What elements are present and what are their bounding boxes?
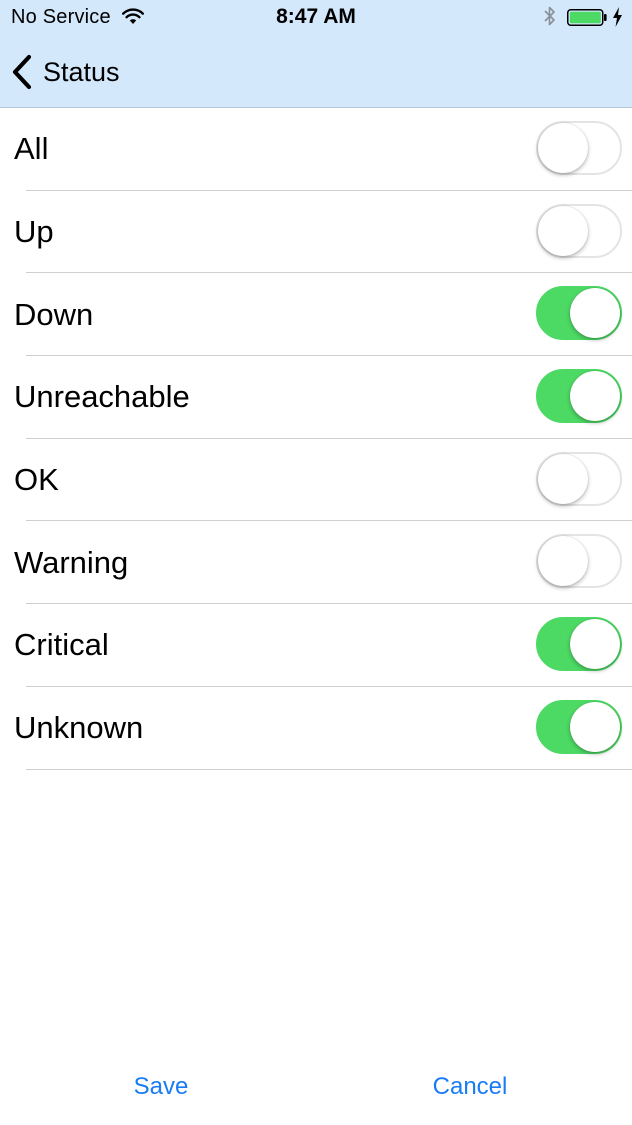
toggle-knob — [538, 453, 588, 504]
list-item-all: All — [0, 108, 632, 191]
toggle-knob — [538, 205, 588, 256]
toggle-knob — [538, 123, 588, 173]
toggle-knob — [570, 701, 620, 752]
status-bar: No Service 8:47 AM — [0, 0, 632, 36]
nav-bar: Status — [0, 36, 632, 108]
toggle-knob — [570, 619, 620, 670]
bluetooth-icon — [544, 6, 555, 26]
toggle-switch[interactable] — [536, 534, 622, 589]
cancel-button[interactable]: Cancel — [400, 1060, 540, 1114]
toggle-switch[interactable] — [536, 617, 622, 672]
list-item-unknown: Unknown — [0, 687, 632, 770]
battery-icon — [567, 9, 607, 26]
list-item-up: Up — [0, 191, 632, 274]
row-label: Down — [14, 296, 94, 332]
list-item-ok: OK — [0, 439, 632, 522]
status-filter-list: All Up Down Unreachable OK Warning Criti… — [0, 108, 632, 770]
row-label: Unreachable — [14, 379, 190, 415]
toggle-switch[interactable] — [536, 286, 622, 341]
footer-toolbar: Save Cancel — [0, 1060, 632, 1114]
header: No Service 8:47 AM Status — [0, 0, 632, 108]
clock: 8:47 AM — [276, 5, 356, 28]
list-item-critical: Critical — [0, 604, 632, 687]
back-label: Status — [43, 56, 120, 87]
toggle-knob — [570, 288, 620, 339]
list-item-unreachable: Unreachable — [0, 356, 632, 439]
back-button[interactable]: Status — [10, 50, 120, 94]
chevron-left-icon — [12, 54, 32, 90]
list-item-warning: Warning — [0, 521, 632, 604]
charging-bolt-icon — [613, 7, 622, 27]
save-button[interactable]: Save — [100, 1060, 222, 1114]
toggle-switch[interactable] — [536, 121, 622, 175]
row-label: Critical — [14, 627, 109, 663]
toggle-switch[interactable] — [536, 369, 622, 424]
row-label: Unknown — [14, 710, 144, 746]
toggle-switch[interactable] — [536, 451, 622, 506]
row-label: Up — [14, 214, 54, 250]
row-label: All — [14, 131, 49, 167]
toggle-knob — [570, 371, 620, 422]
row-label: OK — [14, 462, 59, 498]
toggle-switch[interactable] — [536, 203, 622, 258]
toggle-knob — [538, 536, 588, 587]
list-item-down: Down — [0, 273, 632, 356]
toggle-switch[interactable] — [536, 699, 622, 754]
row-label: Warning — [14, 544, 129, 580]
